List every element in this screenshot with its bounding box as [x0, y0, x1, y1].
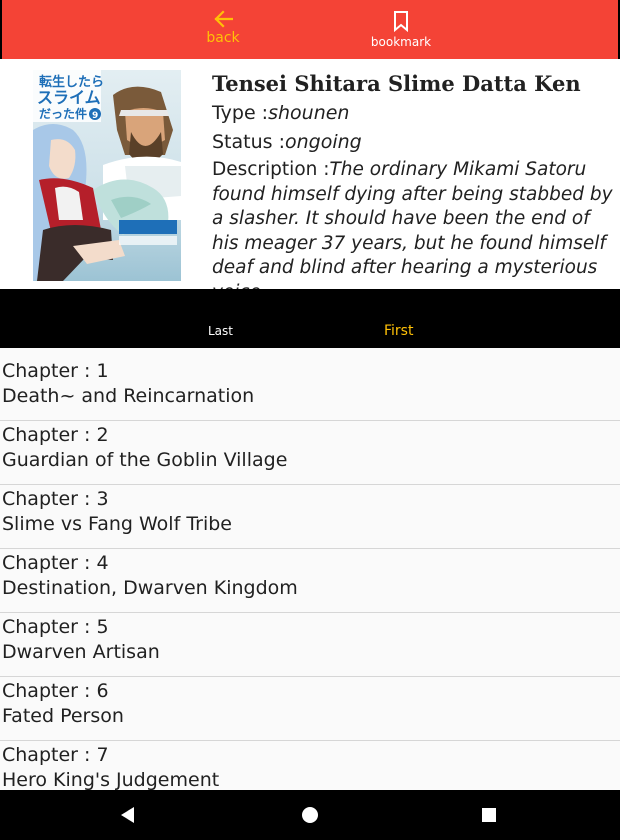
description-label: Description :: [212, 159, 330, 180]
chapter-number: Chapter : 2: [2, 423, 620, 448]
type-label: Type :: [212, 102, 269, 124]
square-recents-icon: [482, 808, 496, 822]
status-label: Status :: [212, 131, 285, 153]
system-home-button[interactable]: [280, 790, 340, 840]
chapter-number-value: 6: [96, 680, 109, 702]
chapter-number-value: 5: [96, 616, 109, 638]
manga-title: Tensei Shitara Slime Datta Ken: [212, 71, 581, 96]
system-recents-button[interactable]: [459, 790, 519, 840]
chapter-list-item[interactable]: Chapter : 4 Destination, Dwarven Kingdom: [0, 549, 620, 613]
chapter-number: Chapter : 5: [2, 615, 620, 640]
manga-description: Description :The ordinary Mikami Satoru …: [212, 158, 620, 289]
chapter-list-item[interactable]: Chapter : 2 Guardian of the Goblin Villag…: [0, 421, 620, 485]
tab-first[interactable]: First: [384, 323, 413, 339]
chapter-title: Death~ and Reincarnation: [2, 385, 255, 407]
chapter-number-value: 3: [96, 488, 109, 510]
manga-detail-header: 転生したら スライム だった件 9 Tensei Shitara Slime D…: [0, 59, 620, 289]
chapter-list-item[interactable]: Chapter : 1 Death~ and Reincarnation: [0, 348, 620, 421]
system-navigation-bar: [0, 790, 620, 840]
chapter-title: Hero King's Judgement: [2, 769, 220, 790]
status-value: ongoing: [285, 131, 362, 153]
circle-home-icon: [302, 807, 318, 823]
chapter-number-prefix: Chapter :: [2, 488, 97, 510]
chapter-number-value: 4: [96, 552, 109, 574]
chapter-list-item[interactable]: Chapter : 7 Hero King's Judgement: [0, 741, 620, 790]
chapter-list-item[interactable]: Chapter : 5 Dwarven Artisan: [0, 613, 620, 677]
chapter-title: Fated Person: [2, 705, 124, 727]
chapter-number-prefix: Chapter :: [2, 424, 97, 446]
manga-detail-screen: back bookmark 転生したら スライム だった件 9 Tensei S…: [0, 0, 620, 840]
chapter-list-item[interactable]: Chapter : 3 Slime vs Fang Wolf Tribe: [0, 485, 620, 549]
chapter-number-value: 1: [96, 360, 109, 382]
bookmark-icon: [394, 11, 408, 32]
chapter-number-prefix: Chapter :: [2, 552, 97, 574]
chapter-number-prefix: Chapter :: [2, 616, 97, 638]
chapter-list-item[interactable]: Chapter : 6 Fated Person: [0, 677, 620, 741]
type-value: shounen: [268, 102, 350, 124]
system-back-button[interactable]: [98, 790, 158, 840]
cover-volume: 9: [92, 111, 98, 121]
chapter-number-prefix: Chapter :: [2, 680, 97, 702]
chapter-list[interactable]: Chapter : 1 Death~ and Reincarnation Chapt…: [0, 348, 620, 790]
cover-title-line2: スライム: [37, 88, 101, 107]
chapter-number: Chapter : 4: [2, 551, 620, 576]
bookmark-button[interactable]: bookmark: [360, 0, 442, 59]
manga-status: Status :ongoing: [212, 128, 620, 157]
chapter-title: Dwarven Artisan: [2, 641, 160, 663]
chapter-number-prefix: Chapter :: [2, 360, 97, 382]
cover-title-line3: だった件: [39, 106, 87, 121]
back-button[interactable]: back: [192, 0, 254, 59]
chapter-number-value: 2: [96, 424, 109, 446]
chapter-number-prefix: Chapter :: [2, 744, 97, 766]
chapter-number: Chapter : 6: [2, 679, 620, 704]
bookmark-label: bookmark: [370, 35, 432, 49]
chapter-number: Chapter : 3: [2, 487, 620, 512]
tab-last[interactable]: Last: [208, 323, 233, 339]
chapter-number: Chapter : 1: [2, 359, 620, 384]
chapter-order-tabs: Last First: [0, 289, 620, 348]
arrow-left-icon: [214, 10, 233, 28]
cover-image: 転生したら スライム だった件 9: [33, 70, 181, 281]
triangle-back-icon: [121, 807, 134, 823]
back-label: back: [206, 30, 240, 46]
chapter-title: Guardian of the Goblin Village: [2, 449, 288, 471]
chapter-number: Chapter : 7: [2, 743, 620, 768]
manga-type: Type :shounen: [212, 99, 620, 128]
manga-meta: Tensei Shitara Slime Datta Ken Type :sho…: [212, 69, 620, 289]
chapter-title: Destination, Dwarven Kingdom: [2, 577, 298, 599]
chapter-title: Slime vs Fang Wolf Tribe: [2, 513, 232, 535]
chapter-number-value: 7: [96, 744, 109, 766]
top-app-bar: back bookmark: [0, 0, 620, 59]
